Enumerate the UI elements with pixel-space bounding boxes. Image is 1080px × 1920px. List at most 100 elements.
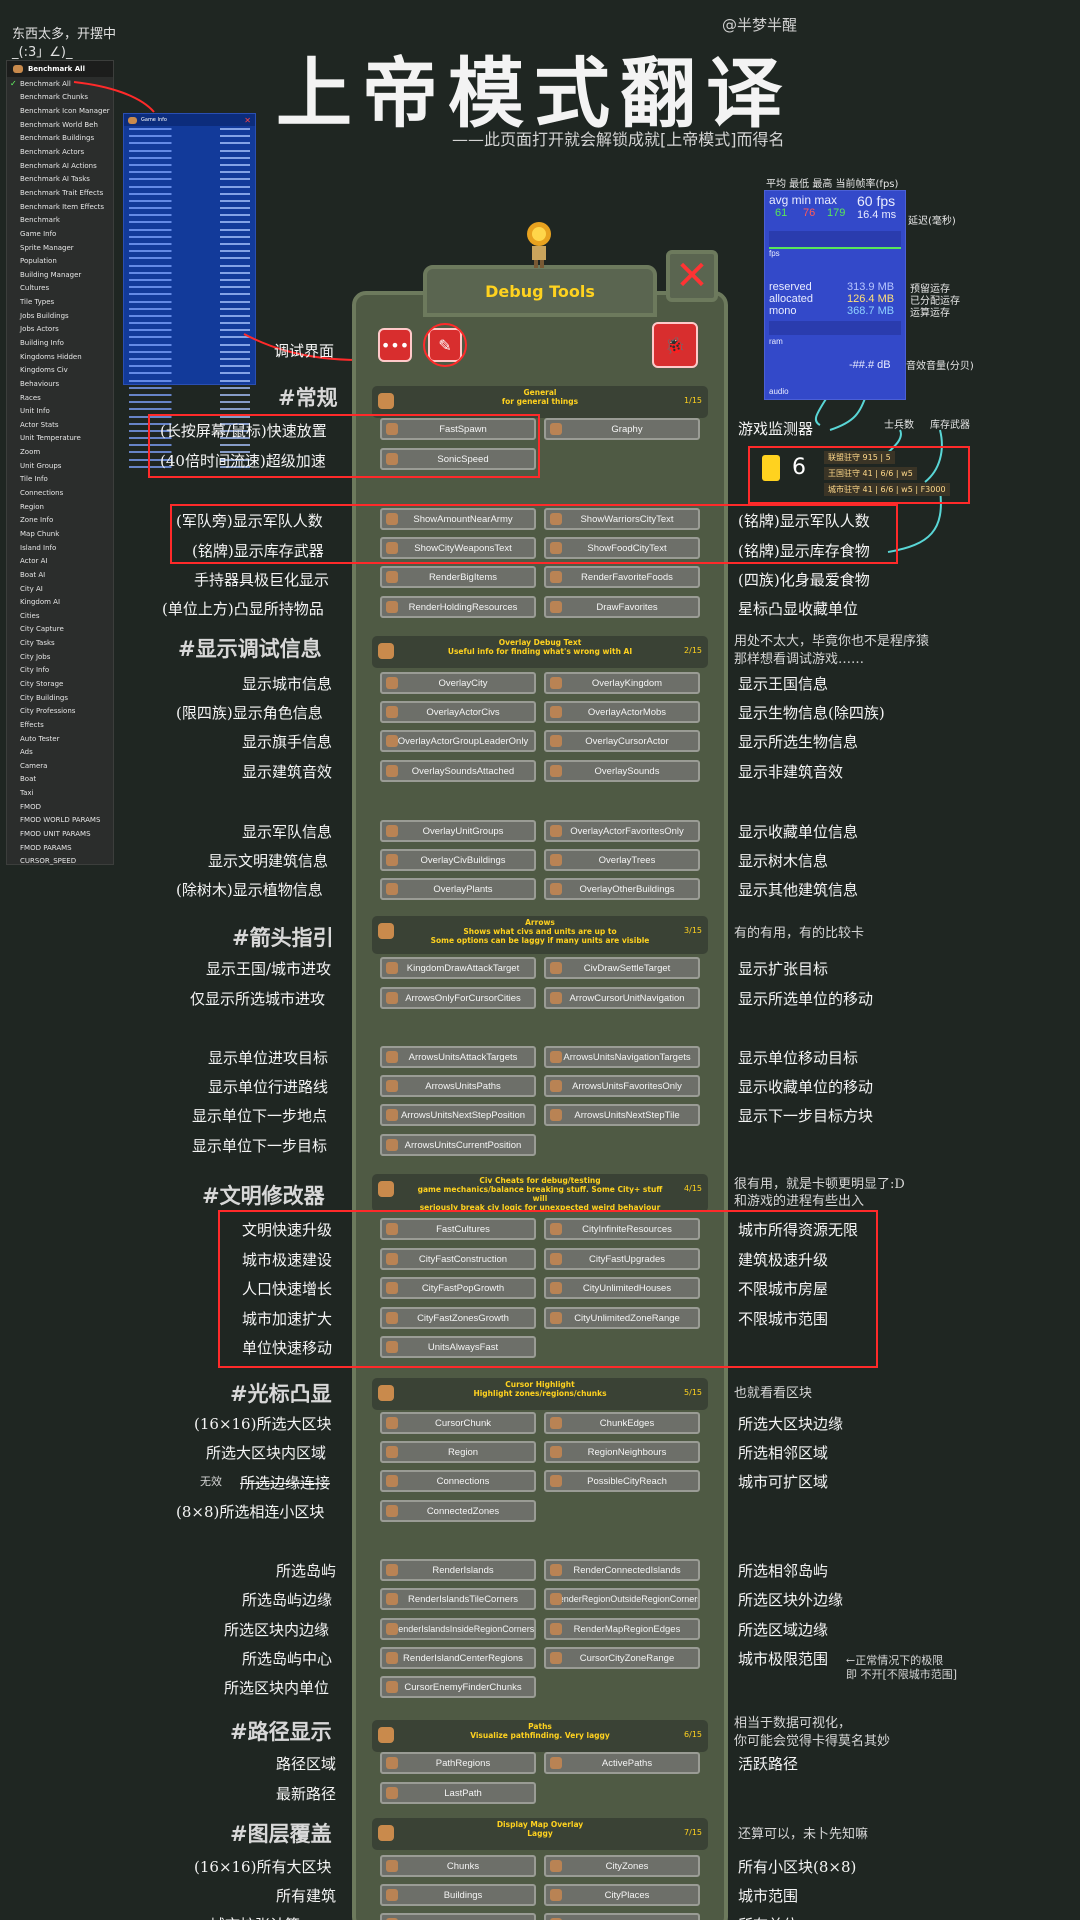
menu-item-tile-info[interactable]: Tile Info xyxy=(7,473,113,487)
menu-item-kingdoms-hidden[interactable]: Kingdoms Hidden xyxy=(7,350,113,364)
cursorcityzonerange-button[interactable]: CursorCityZoneRange xyxy=(544,1647,700,1669)
displayunittiles-button[interactable]: DisplayUnitTiles xyxy=(544,1913,700,1920)
graphy-button[interactable]: Graphy xyxy=(544,418,700,440)
menu-item-jobs-actors[interactable]: Jobs Actors xyxy=(7,323,113,337)
menu-item-ads[interactable]: Ads xyxy=(7,745,113,759)
menu-item-city-buildings[interactable]: City Buildings xyxy=(7,691,113,705)
arrowsunitsattacktargets-button[interactable]: ArrowsUnitsAttackTargets xyxy=(380,1046,536,1068)
citysettlecalc-button[interactable]: CitySettleCalc xyxy=(380,1913,536,1920)
menu-item-benchmark-all[interactable]: Benchmark All xyxy=(7,77,113,91)
section-overlay[interactable]: Overlay Debug Text Useful info for findin… xyxy=(372,636,708,668)
menu-item-connections[interactable]: Connections xyxy=(7,486,113,500)
menu-item-jobs-buildings[interactable]: Jobs Buildings xyxy=(7,309,113,323)
menu-item-benchmark-buildings[interactable]: Benchmark Buildings xyxy=(7,132,113,146)
menu-item-boat[interactable]: Boat xyxy=(7,773,113,787)
menu-item-building-info[interactable]: Building Info xyxy=(7,336,113,350)
overlayactorcivs-button[interactable]: OverlayActorCivs xyxy=(380,701,536,723)
menu-item-unit-info[interactable]: Unit Info xyxy=(7,404,113,418)
activepaths-button[interactable]: ActivePaths xyxy=(544,1752,700,1774)
section-civ[interactable]: Civ Cheats for debug/testing game mechani… xyxy=(372,1174,708,1212)
debug-close-button[interactable]: ✕ xyxy=(666,250,718,302)
menu-item-unit-groups[interactable]: Unit Groups xyxy=(7,459,113,473)
menu-item-taxi[interactable]: Taxi xyxy=(7,786,113,800)
overlaycity-button[interactable]: OverlayCity xyxy=(380,672,536,694)
renderholdingresources-button[interactable]: RenderHoldingResources xyxy=(380,596,536,618)
renderislandstilecorners-button[interactable]: RenderIslandsTileCorners xyxy=(380,1588,536,1610)
menu-item-cultures[interactable]: Cultures xyxy=(7,282,113,296)
renderregionoutsideregioncorners-button[interactable]: RenderRegionOutsideRegionCorners xyxy=(544,1588,700,1610)
menu-item-game-info[interactable]: Game Info xyxy=(7,227,113,241)
menu-item-fmod[interactable]: FMOD xyxy=(7,800,113,814)
connections-button[interactable]: Connections xyxy=(380,1470,536,1492)
menu-item-city-professions[interactable]: City Professions xyxy=(7,704,113,718)
menu-item-auto-tester[interactable]: Auto Tester xyxy=(7,732,113,746)
menu-item-benchmark-ai-actions[interactable]: Benchmark AI Actions xyxy=(7,159,113,173)
chunks-button[interactable]: Chunks xyxy=(380,1855,536,1877)
overlayunitgroups-button[interactable]: OverlayUnitGroups xyxy=(380,820,536,842)
menu-item-actor-ai[interactable]: Actor AI xyxy=(7,554,113,568)
menu-item-island-info[interactable]: Island Info xyxy=(7,541,113,555)
menu-item-benchmark-trait-effects[interactable]: Benchmark Trait Effects xyxy=(7,186,113,200)
menu-item-fmod-unit-params[interactable]: FMOD UNIT PARAMS xyxy=(7,827,113,841)
menu-item-region[interactable]: Region xyxy=(7,500,113,514)
rendermapregionedges-button[interactable]: RenderMapRegionEdges xyxy=(544,1618,700,1640)
menu-item-city-tasks[interactable]: City Tasks xyxy=(7,636,113,650)
arrowsunitsnextsteptile-button[interactable]: ArrowsUnitsNextStepTile xyxy=(544,1104,700,1126)
menu-item-boat-ai[interactable]: Boat AI xyxy=(7,568,113,582)
menu-item-city-capture[interactable]: City Capture xyxy=(7,623,113,637)
menu-item-fmod-params[interactable]: FMOD PARAMS xyxy=(7,841,113,855)
menu-item-fmod-world-params[interactable]: FMOD WORLD PARAMS xyxy=(7,814,113,828)
menu-item-city-storage[interactable]: City Storage xyxy=(7,677,113,691)
menu-item-cursor-speed[interactable]: CURSOR_SPEED xyxy=(7,855,113,869)
section-arrows[interactable]: Arrows Shows what civs and units are up t… xyxy=(372,916,708,954)
menu-item-cities[interactable]: Cities xyxy=(7,609,113,623)
buildings-button[interactable]: Buildings xyxy=(380,1884,536,1906)
menu-item-zone-info[interactable]: Zone Info xyxy=(7,514,113,528)
overlaykingdom-button[interactable]: OverlayKingdom xyxy=(544,672,700,694)
menu-item-camera[interactable]: Camera xyxy=(7,759,113,773)
kingdomdrawattacktarget-button[interactable]: KingdomDrawAttackTarget xyxy=(380,957,536,979)
renderislandcenterregions-button[interactable]: RenderIslandCenterRegions xyxy=(380,1647,536,1669)
menu-item-zoom[interactable]: Zoom xyxy=(7,445,113,459)
menu-item-behaviours[interactable]: Behaviours xyxy=(7,377,113,391)
overlayplants-button[interactable]: OverlayPlants xyxy=(380,878,536,900)
menu-item-benchmark-item-effects[interactable]: Benchmark Item Effects xyxy=(7,200,113,214)
menu-item-unit-temperature[interactable]: Unit Temperature xyxy=(7,432,113,446)
menu-item-actor-stats[interactable]: Actor Stats xyxy=(7,418,113,432)
close-icon[interactable]: ✕ xyxy=(244,116,251,125)
menu-item-benchmark-icon-manager[interactable]: Benchmark Icon Manager xyxy=(7,104,113,118)
overlaysoundsattached-button[interactable]: OverlaySoundsAttached xyxy=(380,760,536,782)
drawfavorites-button[interactable]: DrawFavorites xyxy=(544,596,700,618)
section-paths[interactable]: Paths Visualize pathfinding. Very laggy 6/… xyxy=(372,1720,708,1752)
menu-item-sprite-manager[interactable]: Sprite Manager xyxy=(7,241,113,255)
region-button[interactable]: Region xyxy=(380,1441,536,1463)
bug-button[interactable]: 🐞 xyxy=(652,322,698,368)
arrowsunitsnextstepposition-button[interactable]: ArrowsUnitsNextStepPosition xyxy=(380,1104,536,1126)
possiblecityreach-button[interactable]: PossibleCityReach xyxy=(544,1470,700,1492)
arrowsunitsfavoritesonly-button[interactable]: ArrowsUnitsFavoritesOnly xyxy=(544,1075,700,1097)
menu-item-benchmark-chunks[interactable]: Benchmark Chunks xyxy=(7,91,113,105)
renderislands-button[interactable]: RenderIslands xyxy=(380,1559,536,1581)
menu-item-kingdoms-civ[interactable]: Kingdoms Civ xyxy=(7,363,113,377)
overlayactorgroupleaderonly-button[interactable]: OverlayActorGroupLeaderOnly xyxy=(380,730,536,752)
arrowcursorunitnavigation-button[interactable]: ArrowCursorUnitNavigation xyxy=(544,987,700,1009)
menu-item-population[interactable]: Population xyxy=(7,254,113,268)
menu-item-kingdom-ai[interactable]: Kingdom AI xyxy=(7,595,113,609)
civdrawsettletarget-button[interactable]: CivDrawSettleTarget xyxy=(544,957,700,979)
cursorenemyfinderchunks-button[interactable]: CursorEnemyFinderChunks xyxy=(380,1676,536,1698)
cityzones-button[interactable]: CityZones xyxy=(544,1855,700,1877)
renderislandsinsideregioncorners-button[interactable]: RenderIslandsInsideRegionCorners xyxy=(380,1618,536,1640)
overlaycivbuildings-button[interactable]: OverlayCivBuildings xyxy=(380,849,536,871)
overlaysounds-button[interactable]: OverlaySounds xyxy=(544,760,700,782)
menu-item-benchmark-actors[interactable]: Benchmark Actors xyxy=(7,145,113,159)
menu-item-effects[interactable]: Effects xyxy=(7,718,113,732)
menu-item-benchmark-world-beh[interactable]: Benchmark World Beh xyxy=(7,118,113,132)
cursorchunk-button[interactable]: CursorChunk xyxy=(380,1412,536,1434)
menu-item-tile-types[interactable]: Tile Types xyxy=(7,295,113,309)
arrowsunitspaths-button[interactable]: ArrowsUnitsPaths xyxy=(380,1075,536,1097)
connectedzones-button[interactable]: ConnectedZones xyxy=(380,1500,536,1522)
renderbigitems-button[interactable]: RenderBigItems xyxy=(380,566,536,588)
menu-item-benchmark[interactable]: Benchmark xyxy=(7,213,113,227)
arrowsonlyforcursorcities-button[interactable]: ArrowsOnlyForCursorCities xyxy=(380,987,536,1009)
menu-item-map-chunk[interactable]: Map Chunk xyxy=(7,527,113,541)
